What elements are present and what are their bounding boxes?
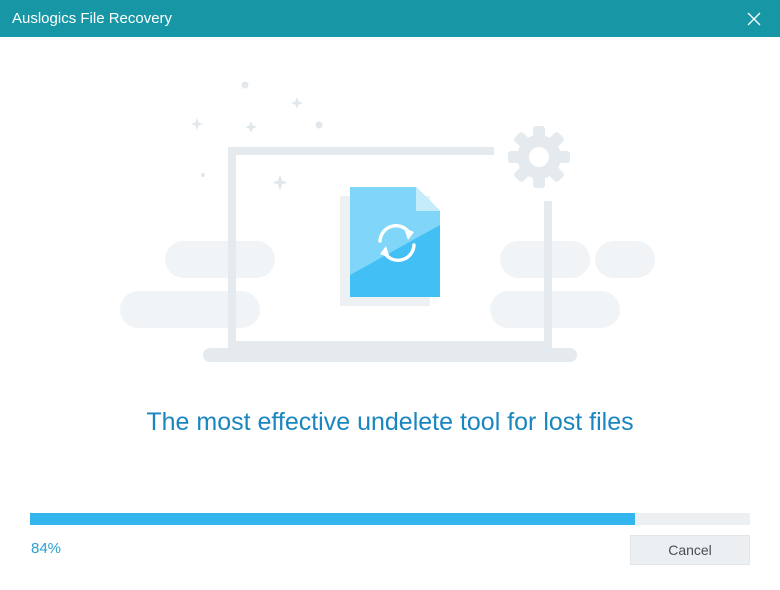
headline: The most effective undelete tool for los… <box>146 408 634 436</box>
progress-fill <box>30 513 635 525</box>
title-bar: Auslogics File Recovery <box>0 0 780 37</box>
sparkle-icon <box>191 81 323 190</box>
file-recovery-icon <box>340 187 440 306</box>
close-icon <box>747 12 761 25</box>
progress-bar <box>30 513 750 525</box>
hero-illustration <box>0 37 780 377</box>
close-button[interactable] <box>728 0 780 37</box>
gear-icon <box>508 126 570 188</box>
progress-percent: 84% <box>31 540 62 557</box>
cancel-button[interactable]: Cancel <box>630 535 750 565</box>
window-title: Auslogics File Recovery <box>12 10 173 27</box>
